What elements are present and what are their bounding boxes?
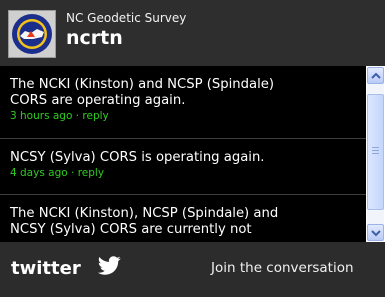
tweet-meta: 4 days ago · reply — [10, 166, 360, 180]
scrollbar-grip-line — [372, 153, 379, 154]
seal-logo-icon — [9, 11, 55, 57]
twitter-logo[interactable]: twitter — [11, 258, 81, 280]
organization-name: NC Geodetic Survey — [66, 11, 187, 25]
scrollbar-thumb[interactable] — [367, 94, 384, 210]
reply-link[interactable]: reply — [78, 167, 104, 179]
tweet-text-line: NCSY (Sylva) CORS are currently not — [10, 222, 252, 237]
tweet-divider — [0, 194, 366, 195]
tweet-text-line: The NCKI (Kinston) and NCSP (Spindale) — [10, 77, 275, 92]
scroll-down-button[interactable] — [367, 224, 384, 241]
scrollbar-grip-line — [372, 147, 379, 148]
twitter-bird-icon — [98, 256, 121, 275]
tweet-timestamp-link[interactable]: 3 hours ago — [10, 110, 72, 122]
tweet-item: NCSY (Sylva) CORS is operating again. 4 … — [0, 150, 366, 180]
scrollbar-grip-line — [372, 150, 379, 151]
meta-separator: · — [72, 110, 83, 122]
join-conversation-link[interactable]: Join the conversation — [211, 259, 354, 277]
widget-footer: twitter Join the conversation — [0, 242, 385, 297]
tweet-text-line: NCSY (Sylva) CORS is operating again. — [10, 150, 265, 165]
tweet-timestamp-link[interactable]: 4 days ago — [10, 167, 68, 179]
widget-header: NC Geodetic Survey ncrtn — [0, 0, 385, 66]
tweet-timeline[interactable]: The NCKI (Kinston) and NCSP (Spindale) C… — [0, 66, 366, 242]
avatar[interactable] — [8, 10, 56, 58]
tweet-text-line: CORS are operating again. — [10, 93, 186, 108]
chevron-up-icon — [371, 72, 381, 79]
tweet-meta: 3 hours ago · reply — [10, 109, 360, 123]
tweet-item: The NCKI (Kinston), NCSP (Spindale) and … — [0, 206, 366, 238]
tweet-text-line: The NCKI (Kinston), NCSP (Spindale) and — [10, 206, 279, 221]
meta-separator: · — [67, 167, 78, 179]
reply-link[interactable]: reply — [82, 110, 108, 122]
tweet-divider — [0, 138, 366, 139]
twitter-widget: NC Geodetic Survey ncrtn The NCKI (Kinst… — [0, 0, 385, 297]
tweet-item: The NCKI (Kinston) and NCSP (Spindale) C… — [0, 77, 366, 123]
scroll-up-button[interactable] — [367, 67, 384, 84]
scrollbar[interactable] — [366, 66, 385, 242]
chevron-down-icon — [371, 230, 381, 237]
account-handle[interactable]: ncrtn — [66, 27, 123, 49]
